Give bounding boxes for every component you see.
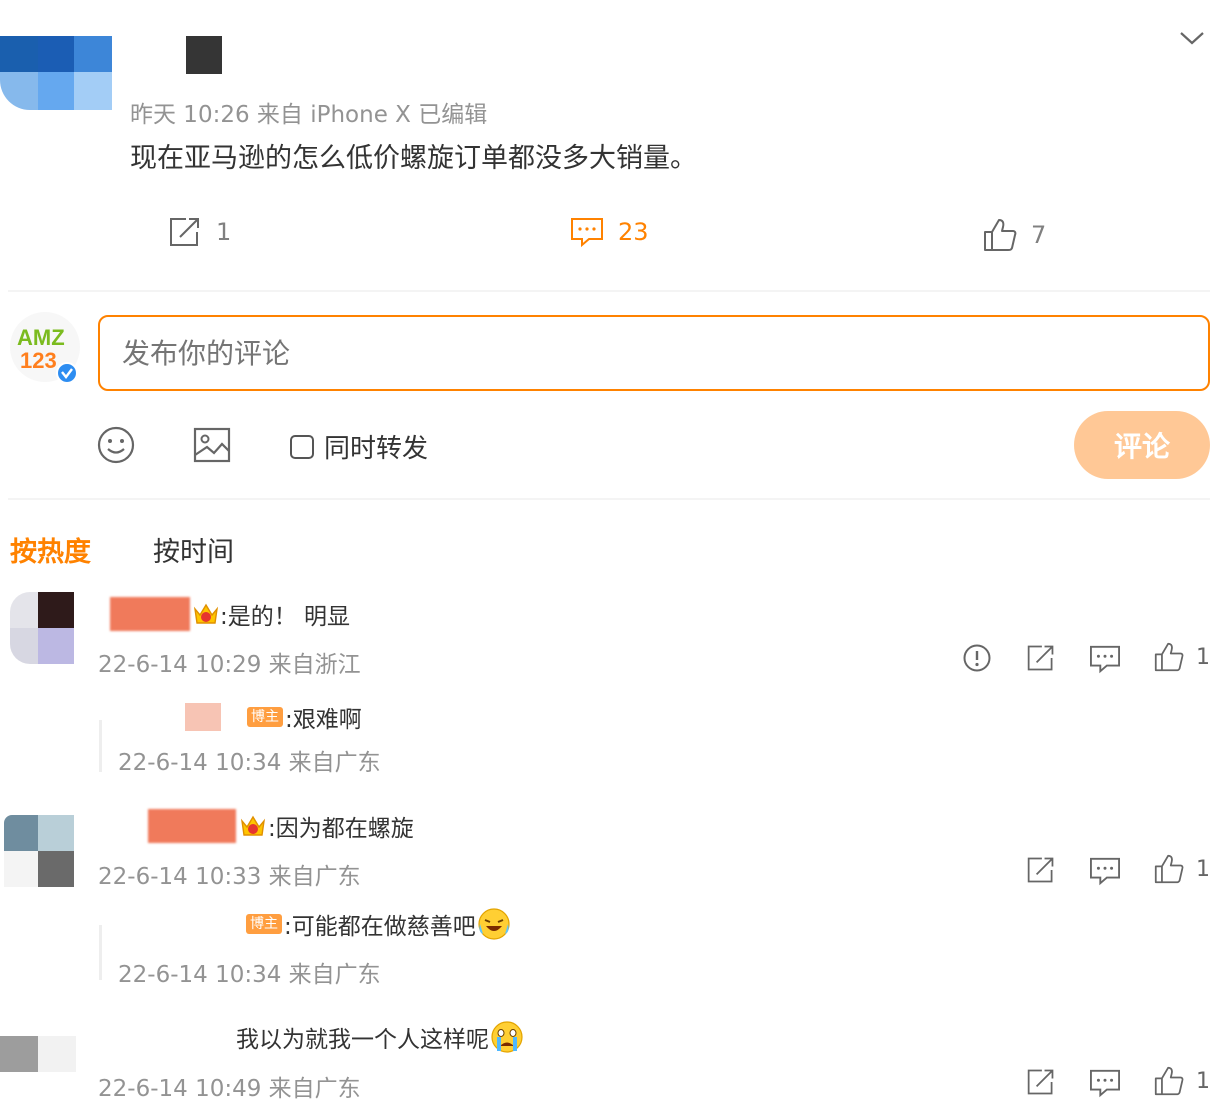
post-meta: 昨天 10:26 来自 iPhone X 已编辑 — [130, 102, 488, 128]
commenter-name-blurred[interactable] — [110, 597, 190, 631]
comment-text: :是的！ 明显 — [220, 604, 351, 630]
comment-meta: 22-6-14 10:49 来自广东 — [98, 1076, 361, 1102]
comment-meta: 22-6-14 10:29 来自浙江 — [98, 652, 361, 678]
like-count: 1 — [1196, 645, 1210, 670]
reply-meta: 22-6-14 10:34 来自广东 — [118, 750, 381, 776]
comment-icon[interactable] — [1089, 856, 1121, 886]
repost-icon — [170, 218, 199, 246]
post-avatar[interactable] — [0, 36, 112, 116]
checkbox-box[interactable] — [290, 434, 314, 459]
divider — [8, 290, 1210, 292]
post-username-blurred[interactable] — [130, 36, 222, 74]
comment-line: 我以为就我一个人这样呢 — [236, 1019, 525, 1055]
avatar-text-123: 123 — [20, 348, 57, 373]
report-icon[interactable] — [962, 643, 992, 673]
reply-thread-line — [99, 925, 102, 980]
like-count: 1 — [1196, 1069, 1210, 1094]
submit-comment-button[interactable]: 评论 — [1074, 411, 1210, 479]
comment-icon — [571, 218, 603, 248]
also-repost-label: 同时转发 — [324, 434, 429, 464]
like-count: 1 — [1196, 857, 1210, 882]
comment-button[interactable]: 23 — [570, 216, 649, 248]
repost-count: 1 — [216, 218, 232, 246]
repost-icon[interactable] — [1026, 855, 1056, 885]
comment-count: 23 — [618, 218, 649, 246]
repost-icon[interactable] — [1026, 1067, 1056, 1097]
comment-line: :因为都在螺旋 — [148, 809, 414, 843]
reply-meta: 22-6-14 10:34 来自广东 — [118, 962, 381, 988]
comment-input[interactable] — [98, 315, 1210, 391]
reply-line: 博主 :艰难啊 — [185, 700, 362, 734]
author-badge: 博主 — [246, 914, 282, 934]
tab-sort-time[interactable]: 按时间 — [153, 530, 234, 569]
commenter-avatar[interactable] — [4, 815, 74, 887]
post-text: 现在亚马逊的怎么低价螺旋订单都没多大销量。 — [130, 143, 697, 174]
reply-text: :艰难啊 — [285, 707, 362, 733]
crying-emoji — [491, 1021, 523, 1053]
repost-icon[interactable] — [1026, 643, 1056, 673]
like-icon[interactable] — [1154, 642, 1184, 672]
like-count: 7 — [1031, 221, 1047, 249]
also-repost-checkbox[interactable]: 同时转发 — [290, 428, 428, 465]
like-icon[interactable] — [1154, 854, 1184, 884]
like-button[interactable]: 7 — [983, 218, 1046, 252]
comment-text: :因为都在螺旋 — [268, 816, 414, 842]
tab-sort-hot[interactable]: 按热度 — [10, 530, 91, 569]
comment-icon[interactable] — [1089, 1068, 1121, 1098]
replier-name-blurred[interactable] — [185, 703, 221, 731]
comment-line: :是的！ 明显 — [110, 597, 350, 631]
commenter-name-blurred[interactable] — [148, 809, 236, 843]
verified-icon — [56, 362, 78, 384]
commenter-avatar[interactable] — [0, 1036, 76, 1076]
commenter-avatar[interactable] — [10, 592, 74, 664]
divider — [8, 498, 1210, 500]
author-badge: 博主 — [247, 707, 283, 727]
laugh-cry-emoji — [478, 908, 510, 940]
comment-meta: 22-6-14 10:33 来自广东 — [98, 864, 361, 890]
like-icon — [984, 219, 1017, 251]
crown-icon — [240, 815, 266, 836]
comment-text: 我以为就我一个人这样呢 — [236, 1027, 489, 1053]
chevron-down-icon[interactable] — [1178, 28, 1206, 48]
like-icon[interactable] — [1154, 1066, 1184, 1096]
repost-button[interactable]: 1 — [168, 216, 231, 248]
emoji-icon[interactable] — [96, 425, 136, 465]
crown-icon — [193, 603, 219, 624]
reply-text: :可能都在做慈善吧 — [284, 914, 476, 940]
image-icon[interactable] — [192, 425, 232, 465]
my-avatar[interactable]: AMZ 123 — [10, 312, 80, 384]
reply-line: 博主 :可能都在做慈善吧 — [246, 906, 512, 942]
comment-icon[interactable] — [1089, 644, 1121, 674]
reply-thread-line — [99, 720, 102, 772]
submit-label: 评论 — [1113, 430, 1170, 463]
